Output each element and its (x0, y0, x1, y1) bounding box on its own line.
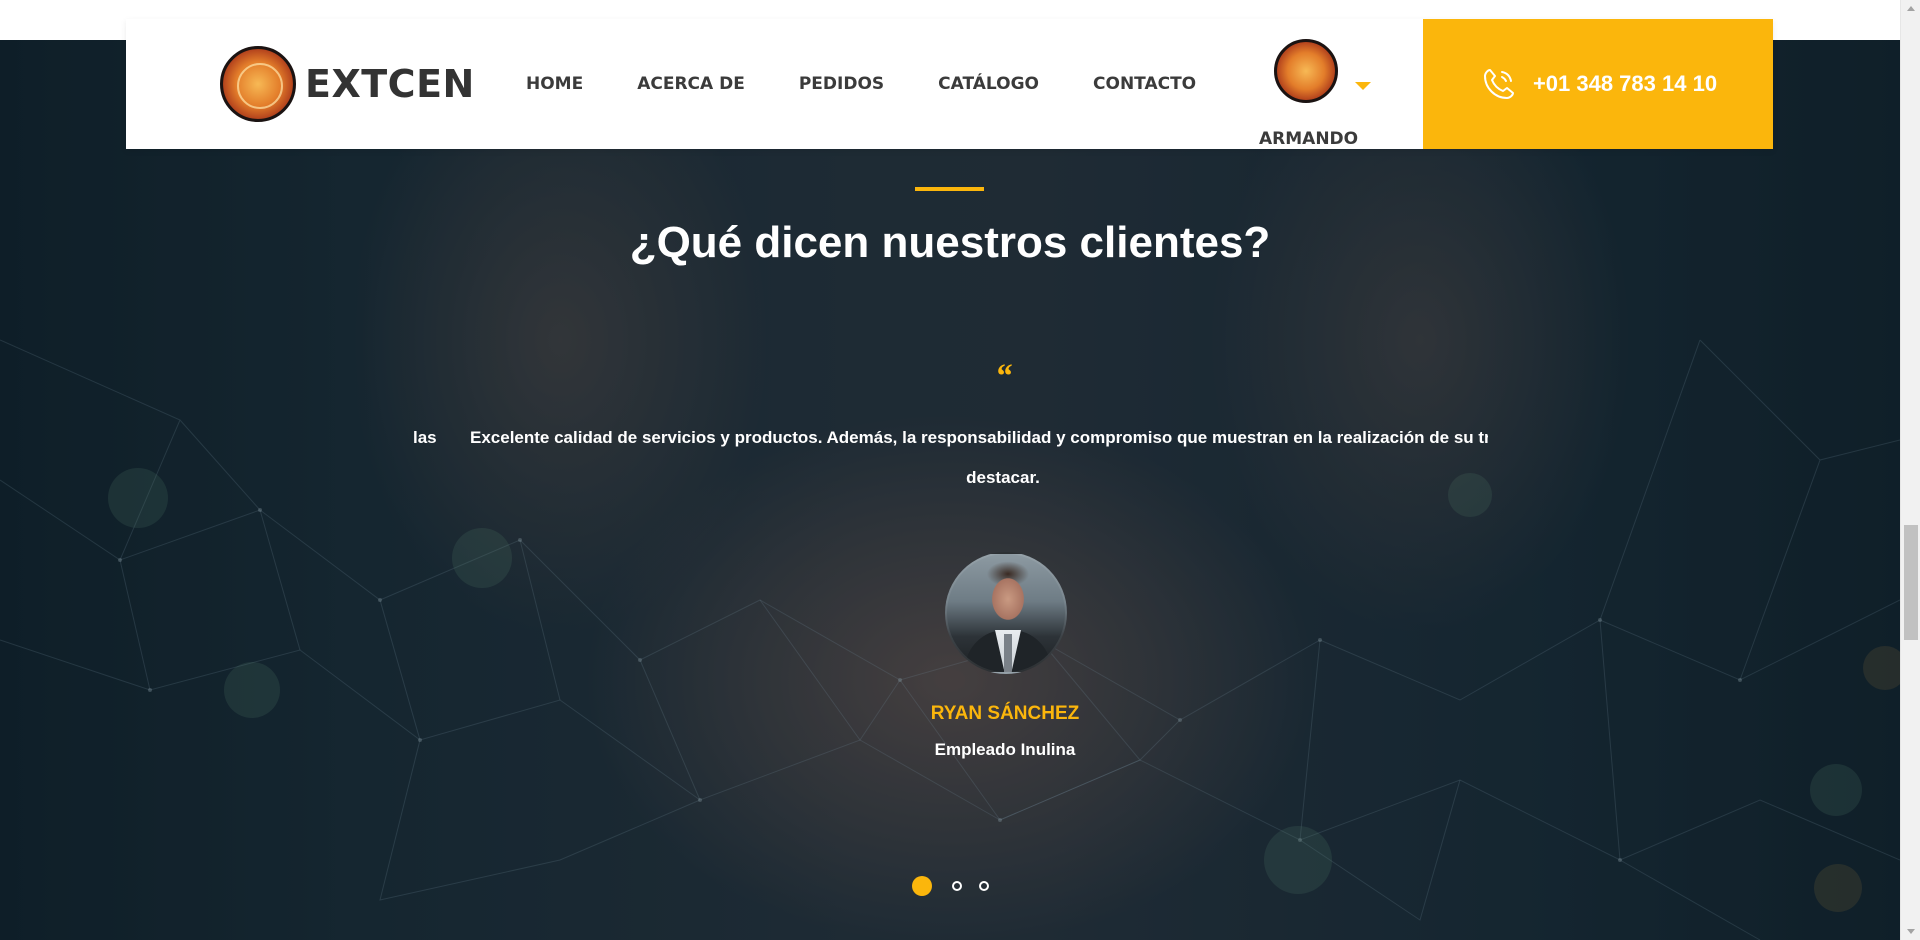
client-role: Empleado Inulina (934, 740, 1076, 759)
client-avatar (945, 552, 1067, 674)
nav-item-home[interactable]: HOME (526, 74, 583, 94)
extcen-seal-logo-icon (220, 46, 296, 122)
carousel-dot-3[interactable] (979, 881, 989, 891)
previous-slide-fragment: las (413, 428, 437, 447)
quote-text-line-1: Excelente calidad de servicios y product… (470, 428, 1488, 447)
brand[interactable]: EXTCEN (220, 46, 475, 122)
user-avatar-icon (1274, 39, 1338, 103)
testimonial-quote: las Excelente calidad de servicios y pro… (413, 424, 1488, 504)
site-header: EXTCEN HOME ACERCA DE PEDIDOS CATÁLOGO C… (126, 19, 1773, 149)
carousel-dots (912, 876, 1006, 896)
client-name: RYAN SÁNCHEZ (930, 703, 1080, 724)
scroll-up-arrow-icon[interactable] (1901, 0, 1920, 17)
nav-item-acerca-de[interactable]: ACERCA DE (637, 74, 745, 94)
scroll-down-arrow-icon[interactable] (1901, 923, 1920, 940)
user-menu[interactable]: ARMANDO (1259, 39, 1379, 149)
phone-contact-button[interactable]: +01 348 783 14 10 (1423, 19, 1773, 149)
scrollbar-thumb[interactable] (1904, 525, 1918, 640)
main-nav: HOME ACERCA DE PEDIDOS CATÁLOGO CONTACTO (526, 19, 1250, 149)
carousel-dot-2[interactable] (952, 881, 962, 891)
quote-text-line-2: destacar. (966, 468, 1040, 487)
brand-name: EXTCEN (305, 62, 475, 106)
nav-item-catalogo[interactable]: CATÁLOGO (938, 74, 1039, 94)
section-title: ¿Qué dicen nuestros clientes? (629, 218, 1271, 267)
caret-down-icon[interactable] (1355, 82, 1371, 90)
section-accent-bar (915, 187, 984, 191)
quote-mark-icon: “ (995, 358, 1012, 395)
nav-item-pedidos[interactable]: PEDIDOS (799, 74, 884, 94)
user-name: ARMANDO (1259, 129, 1359, 149)
phone-number: +01 348 783 14 10 (1532, 71, 1718, 96)
nav-item-contacto[interactable]: CONTACTO (1093, 74, 1196, 94)
avatar-tie (1004, 634, 1012, 672)
page-scrollbar[interactable] (1900, 0, 1920, 940)
carousel-dot-1[interactable] (912, 876, 932, 896)
phone-icon (1483, 69, 1514, 99)
